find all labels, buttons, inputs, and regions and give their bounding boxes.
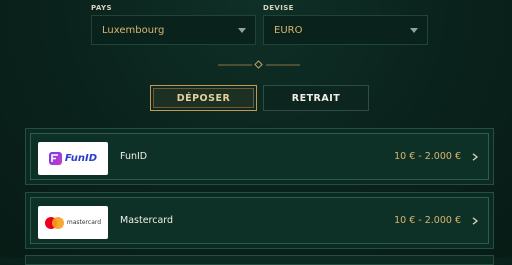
currency-label: DEVISE	[263, 4, 294, 12]
chevron-right-icon	[472, 152, 479, 161]
method-name: FunID	[120, 151, 148, 162]
currency-select[interactable]: EURO	[263, 15, 428, 45]
payment-method-funid[interactable]: FunID FunID 10 € - 2.000 €	[25, 128, 494, 185]
payment-method-mastercard[interactable]: mastercard Mastercard 10 € - 2.000 €	[25, 192, 494, 249]
chevron-right-icon	[472, 216, 479, 225]
chevron-down-icon	[238, 27, 246, 33]
chevron-down-icon	[410, 27, 418, 33]
funid-logo-text: FunID	[64, 153, 98, 164]
tab-withdraw[interactable]: RETRAIT	[263, 85, 369, 111]
method-range: 10 € - 2.000 €	[394, 151, 461, 162]
payment-method-partial[interactable]	[25, 255, 494, 265]
mastercard-circles-icon	[44, 216, 64, 229]
funid-logo: FunID	[38, 142, 108, 175]
funid-mark-icon	[48, 152, 62, 165]
method-name: Mastercard	[120, 215, 174, 226]
country-value: Luxembourg	[102, 24, 165, 36]
currency-value: EURO	[274, 24, 303, 36]
mastercard-logo: mastercard	[38, 206, 108, 239]
country-label: PAYS	[91, 4, 112, 12]
ornament-divider	[218, 60, 300, 69]
tab-deposit[interactable]: DÉPOSER	[150, 85, 257, 111]
mastercard-logo-text: mastercard	[66, 219, 102, 226]
method-range: 10 € - 2.000 €	[394, 215, 461, 226]
country-select[interactable]: Luxembourg	[91, 15, 256, 45]
